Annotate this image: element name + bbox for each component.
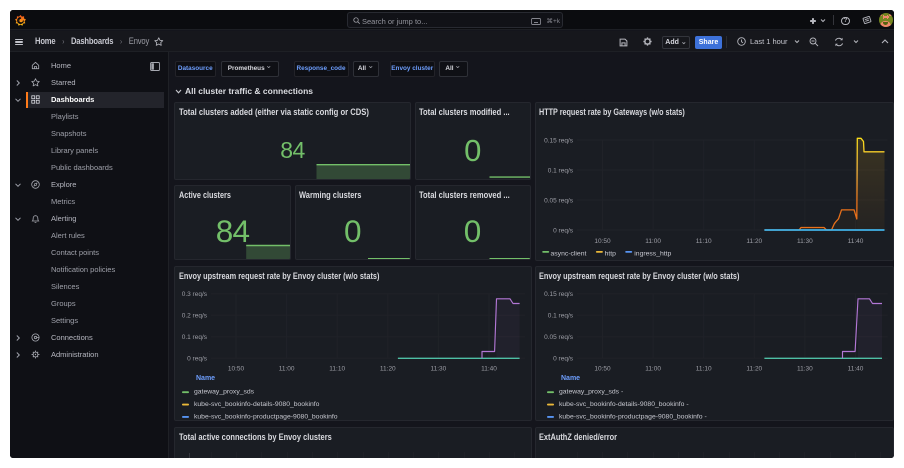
svg-text:11:40: 11:40 [847, 237, 863, 244]
svg-text:11:10: 11:10 [329, 365, 345, 372]
svg-text:10:50: 10:50 [594, 365, 611, 372]
svg-text:0.2 req/s: 0.2 req/s [182, 312, 208, 319]
svg-text:11:20: 11:20 [746, 365, 762, 372]
svg-text:11:10: 11:10 [695, 365, 711, 372]
svg-text:Name: Name [196, 375, 215, 382]
svg-text:0.15 req/s: 0.15 req/s [544, 291, 574, 298]
svg-text:11:30: 11:30 [797, 237, 813, 244]
svg-text:http: http [604, 250, 616, 257]
svg-text:ingress_http: ingress_http [634, 250, 671, 257]
svg-text:gateway_proxy_sds -: gateway_proxy_sds - [559, 388, 623, 395]
svg-text:11:20: 11:20 [746, 237, 762, 244]
svg-text:10:50: 10:50 [594, 237, 611, 244]
svg-text:0.05 req/s: 0.05 req/s [544, 197, 574, 204]
svg-text:11:00: 11:00 [279, 365, 295, 372]
svg-text:10:50: 10:50 [228, 365, 245, 372]
svg-text:11:40: 11:40 [847, 365, 863, 372]
svg-text:async-client: async-client [550, 250, 586, 257]
svg-text:kube-svc_bookinfo-details-9080: kube-svc_bookinfo-details-9080_bookinfo [194, 401, 320, 408]
svg-text:0.3 req/s: 0.3 req/s [182, 291, 208, 298]
svg-text:0.1 req/s: 0.1 req/s [547, 167, 573, 174]
svg-text:kube-svc_bookinfo-productpage-: kube-svc_bookinfo-productpage-9080_booki… [194, 413, 338, 420]
svg-text:11:00: 11:00 [645, 237, 661, 244]
svg-text:kube-svc_bookinfo-details-9080: kube-svc_bookinfo-details-9080_bookinfo … [559, 401, 689, 408]
svg-text:0.05 req/s: 0.05 req/s [544, 334, 574, 341]
svg-text:11:30: 11:30 [431, 365, 447, 372]
svg-text:0 req/s: 0 req/s [187, 355, 208, 362]
svg-text:11:10: 11:10 [695, 237, 711, 244]
svg-text:0.1 req/s: 0.1 req/s [182, 334, 208, 341]
svg-text:11:00: 11:00 [645, 365, 661, 372]
svg-text:0.1 req/s: 0.1 req/s [547, 312, 573, 319]
svg-text:kube-svc_bookinfo-productpage-: kube-svc_bookinfo-productpage-9080_booki… [559, 413, 707, 420]
svg-text:11:20: 11:20 [380, 365, 396, 372]
svg-text:Name: Name [561, 375, 580, 382]
svg-text:0.15 req/s: 0.15 req/s [544, 137, 574, 144]
svg-text:0 req/s: 0 req/s [553, 355, 574, 362]
svg-text:11:40: 11:40 [481, 365, 497, 372]
svg-text:0 req/s: 0 req/s [553, 227, 574, 234]
svg-text:11:30: 11:30 [797, 365, 813, 372]
svg-text:gateway_proxy_sds: gateway_proxy_sds [194, 388, 255, 395]
